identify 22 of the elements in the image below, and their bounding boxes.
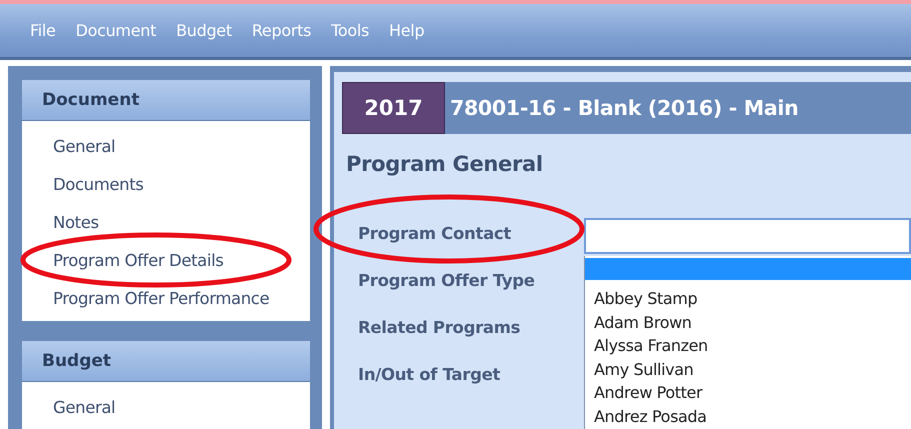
section-header[interactable]: Document xyxy=(22,80,310,121)
dropdown-option[interactable]: Alyssa Franzen xyxy=(585,335,911,358)
nav-item[interactable]: Documents xyxy=(22,165,310,203)
nav-item[interactable]: General xyxy=(22,127,310,165)
section-title: Program General xyxy=(346,152,544,176)
dropdown-option[interactable]: Abbey Stamp xyxy=(585,288,911,312)
dropdown-option[interactable]: Adam Brown xyxy=(585,312,911,335)
combo-field[interactable] xyxy=(584,218,911,254)
year-badge: 2017 xyxy=(342,82,445,134)
nav-item[interactable]: Notes xyxy=(22,203,310,241)
dropdown-option[interactable]: Andrez Posada xyxy=(585,406,911,429)
nav-item[interactable]: General xyxy=(22,388,310,426)
document-title: 78001-16 - Blank (2016) - Main xyxy=(450,96,798,120)
nav-item[interactable]: Program Offer Performance xyxy=(22,279,310,317)
dropdown-option[interactable]: Amy Sullivan xyxy=(585,358,911,382)
section-header[interactable]: Budget xyxy=(22,341,310,382)
field-label: Related Programs xyxy=(358,318,520,338)
nav-item[interactable]: Program Offer Details xyxy=(22,241,310,279)
field-label: In/Out of Target xyxy=(358,365,500,385)
dropdown-option[interactable]: Andrew Potter xyxy=(585,382,911,406)
field-label: Program Contact xyxy=(358,224,511,244)
field-label: Program Offer Type xyxy=(358,271,535,291)
